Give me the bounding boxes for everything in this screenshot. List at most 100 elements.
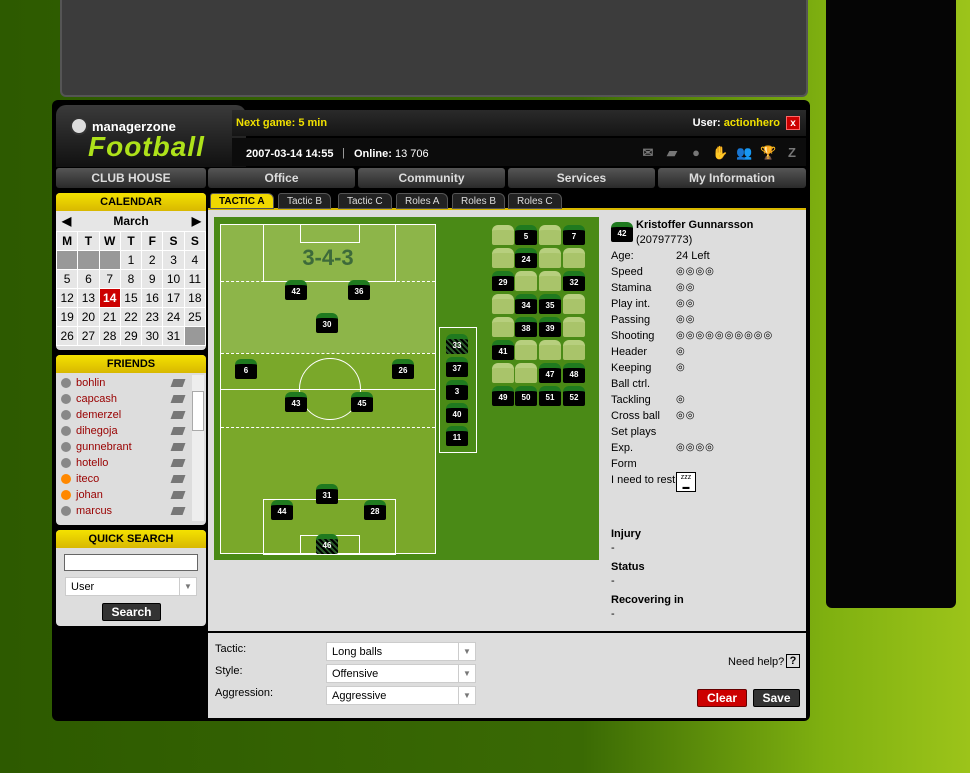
empty-slot-shirt[interactable] bbox=[563, 248, 585, 268]
friend-name[interactable]: capcash bbox=[76, 393, 117, 405]
calendar-day[interactable]: 10 bbox=[162, 269, 185, 289]
tab-roles-c[interactable]: Roles C bbox=[508, 193, 562, 209]
book-icon[interactable]: ▰ bbox=[664, 145, 680, 161]
friend-name[interactable]: iteco bbox=[76, 473, 99, 485]
calendar-day[interactable]: 30 bbox=[141, 326, 164, 346]
reserve-player-shirt[interactable]: 50 bbox=[515, 386, 537, 406]
reserve-player-shirt[interactable]: 29 bbox=[492, 271, 514, 291]
calendar-day[interactable]: 27 bbox=[77, 326, 100, 346]
sub-player-shirt[interactable]: 37 bbox=[446, 357, 468, 377]
empty-slot-shirt[interactable] bbox=[539, 248, 561, 268]
message-icon[interactable] bbox=[170, 507, 186, 515]
help-icon[interactable]: ? bbox=[786, 654, 800, 668]
empty-slot-shirt[interactable] bbox=[563, 294, 585, 314]
message-icon[interactable] bbox=[170, 459, 186, 467]
empty-slot-shirt[interactable] bbox=[563, 340, 585, 360]
calendar-day[interactable]: 28 bbox=[98, 326, 121, 346]
reserve-player-shirt[interactable]: 47 bbox=[539, 363, 561, 383]
reserve-player-shirt[interactable]: 49 bbox=[492, 386, 514, 406]
empty-slot-shirt[interactable] bbox=[492, 363, 514, 383]
friend-item[interactable]: marcus bbox=[56, 503, 192, 519]
field-player-shirt[interactable]: 42 bbox=[285, 280, 307, 300]
calendar-day[interactable]: 11 bbox=[183, 269, 206, 289]
next-month-icon[interactable]: ▶ bbox=[192, 211, 201, 231]
message-icon[interactable] bbox=[170, 443, 186, 451]
calendar-day[interactable]: 29 bbox=[119, 326, 143, 346]
friend-name[interactable]: bohlin bbox=[76, 377, 105, 389]
friend-name[interactable]: dihegoja bbox=[76, 425, 118, 437]
field-player-shirt[interactable]: 28 bbox=[364, 500, 386, 520]
help-link[interactable]: Need help? bbox=[728, 656, 784, 668]
message-icon[interactable] bbox=[170, 427, 186, 435]
friend-item[interactable]: iteco bbox=[56, 471, 192, 487]
save-button[interactable]: Save bbox=[753, 689, 800, 707]
calendar-day[interactable]: 14 bbox=[98, 288, 121, 308]
clear-button[interactable]: Clear bbox=[697, 689, 747, 707]
scrollbar[interactable] bbox=[192, 375, 204, 521]
field-player-shirt[interactable]: 43 bbox=[285, 392, 307, 412]
search-type-select[interactable]: User ▼ bbox=[65, 577, 197, 596]
empty-slot-shirt[interactable] bbox=[492, 225, 514, 245]
friend-name[interactable]: johan bbox=[76, 489, 103, 501]
sub-player-shirt[interactable]: 11 bbox=[446, 426, 468, 446]
sub-player-shirt[interactable]: 40 bbox=[446, 403, 468, 423]
calendar-day[interactable]: 31 bbox=[162, 326, 185, 346]
friend-item[interactable]: johan bbox=[56, 487, 192, 503]
reserve-player-shirt[interactable]: 35 bbox=[539, 294, 561, 314]
people-icon[interactable]: 👥 bbox=[736, 145, 752, 161]
field-player-shirt[interactable]: 36 bbox=[348, 280, 370, 300]
message-icon[interactable] bbox=[170, 475, 186, 483]
trophy-icon[interactable]: 🏆 bbox=[760, 145, 776, 161]
calendar-day[interactable]: 5 bbox=[56, 269, 79, 289]
field-player-shirt[interactable]: 44 bbox=[271, 500, 293, 520]
empty-slot-shirt[interactable] bbox=[515, 340, 537, 360]
calendar-day[interactable]: 25 bbox=[183, 307, 206, 327]
friend-item[interactable]: demerzel bbox=[56, 407, 192, 423]
empty-slot-shirt[interactable] bbox=[515, 363, 537, 383]
calendar-day[interactable]: 4 bbox=[183, 250, 206, 270]
empty-slot-shirt[interactable] bbox=[563, 317, 585, 337]
reserve-player-shirt[interactable]: 48 bbox=[563, 363, 585, 383]
calendar-day[interactable]: 3 bbox=[162, 250, 185, 270]
calendar-day[interactable]: 16 bbox=[141, 288, 164, 308]
calendar-day[interactable]: 9 bbox=[141, 269, 164, 289]
calendar-day[interactable]: 12 bbox=[56, 288, 79, 308]
calendar-day[interactable]: 1 bbox=[119, 250, 143, 270]
empty-slot-shirt[interactable] bbox=[492, 294, 514, 314]
reserve-player-shirt[interactable]: 24 bbox=[515, 248, 537, 268]
prev-month-icon[interactable]: ◀ bbox=[62, 211, 71, 231]
field-player-shirt[interactable]: 31 bbox=[316, 484, 338, 504]
calendar-day[interactable]: 6 bbox=[77, 269, 100, 289]
calendar-day[interactable]: 24 bbox=[162, 307, 185, 327]
calendar-day[interactable]: 26 bbox=[56, 326, 79, 346]
message-icon[interactable] bbox=[170, 411, 186, 419]
friend-name[interactable]: demerzel bbox=[76, 409, 121, 421]
nav-club-house[interactable]: CLUB HOUSE bbox=[56, 168, 206, 188]
calendar-day[interactable]: 7 bbox=[98, 269, 121, 289]
field-player-shirt[interactable]: 6 bbox=[235, 359, 257, 379]
logo[interactable]: managerzone Football bbox=[56, 105, 246, 167]
empty-slot-shirt[interactable] bbox=[492, 248, 514, 268]
logout-close-icon[interactable]: x bbox=[786, 116, 800, 130]
hand-icon[interactable]: ✋ bbox=[712, 145, 728, 161]
calendar-day[interactable]: 22 bbox=[119, 307, 143, 327]
username[interactable]: actionhero bbox=[724, 117, 780, 129]
empty-slot-shirt[interactable] bbox=[492, 317, 514, 337]
nav-office[interactable]: Office bbox=[208, 168, 355, 188]
search-input[interactable] bbox=[64, 554, 198, 571]
tactic-select[interactable]: Long balls ▼ bbox=[326, 642, 476, 661]
tab-roles-a[interactable]: Roles A bbox=[396, 193, 449, 209]
reserve-player-shirt[interactable]: 39 bbox=[539, 317, 561, 337]
z-icon[interactable]: Z bbox=[784, 145, 800, 161]
friend-item[interactable]: bohlin bbox=[56, 375, 192, 391]
empty-slot-shirt[interactable] bbox=[515, 271, 537, 291]
reserve-player-shirt[interactable]: 52 bbox=[563, 386, 585, 406]
calendar-day[interactable]: 2 bbox=[141, 250, 164, 270]
mail-icon[interactable]: ✉ bbox=[640, 145, 656, 161]
friend-name[interactable]: marcus bbox=[76, 505, 112, 517]
ball-icon[interactable]: ● bbox=[688, 145, 704, 161]
calendar-day[interactable]: 17 bbox=[162, 288, 185, 308]
reserve-player-shirt[interactable]: 5 bbox=[515, 225, 537, 245]
calendar-day[interactable]: 8 bbox=[119, 269, 143, 289]
friend-item[interactable]: hotello bbox=[56, 455, 192, 471]
